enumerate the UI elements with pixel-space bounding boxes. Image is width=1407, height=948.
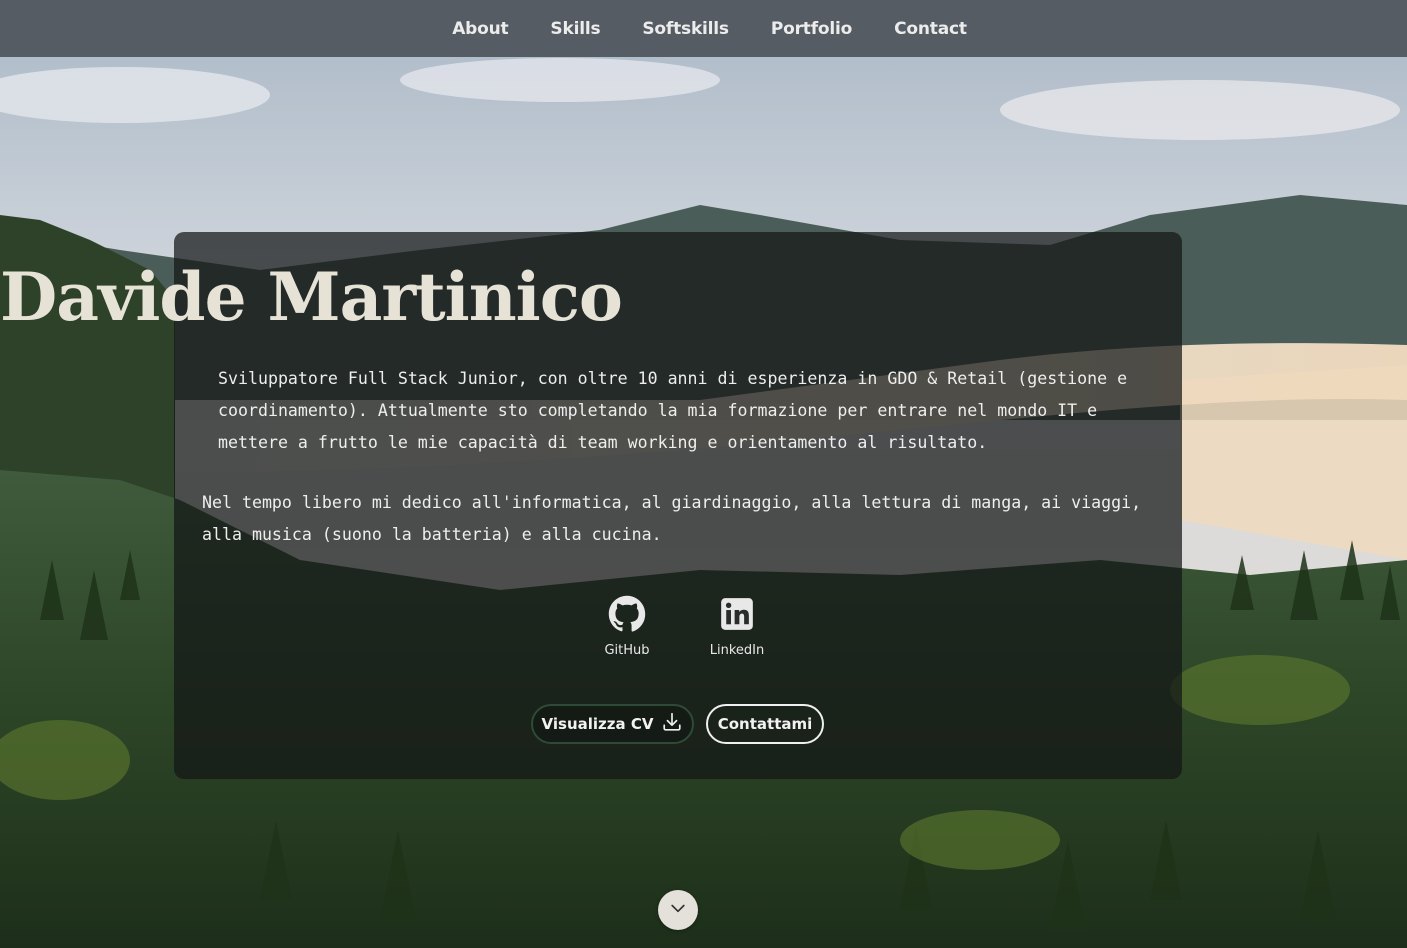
bio-paragraph: Sviluppatore Full Stack Junior, con oltr… <box>218 369 1128 452</box>
nav-link-softskills[interactable]: Softskills <box>621 19 749 39</box>
nav-link-portfolio[interactable]: Portfolio <box>750 19 873 39</box>
navbar: About Skills Softskills Portfolio Contac… <box>0 0 1407 57</box>
linkedin-label: LinkedIn <box>709 643 765 658</box>
contact-me-button[interactable]: Contattami <box>706 704 824 744</box>
nav-link-contact[interactable]: Contact <box>873 19 988 39</box>
hero-title: Davide Martinico <box>0 258 623 336</box>
github-label: GitHub <box>604 643 650 658</box>
nav-link-skills[interactable]: Skills <box>529 19 621 39</box>
github-link[interactable]: GitHub <box>590 595 664 658</box>
hero-actions: Visualizza CV Contattami <box>531 704 824 744</box>
nav-link-about[interactable]: About <box>431 19 529 39</box>
chevron-down-icon <box>668 898 688 923</box>
linkedin-icon <box>718 595 756 638</box>
view-cv-label: Visualizza CV <box>541 715 654 733</box>
hobbies-paragraph: Nel tempo libero mi dedico all'informati… <box>202 493 1142 544</box>
nav-list: About Skills Softskills Portfolio Contac… <box>431 19 988 39</box>
social-links: GitHub LinkedIn <box>590 595 774 658</box>
scroll-down-button[interactable] <box>658 890 698 930</box>
download-icon <box>661 711 683 737</box>
view-cv-button[interactable]: Visualizza CV <box>531 704 694 744</box>
github-icon <box>608 595 646 638</box>
linkedin-link[interactable]: LinkedIn <box>700 595 774 658</box>
